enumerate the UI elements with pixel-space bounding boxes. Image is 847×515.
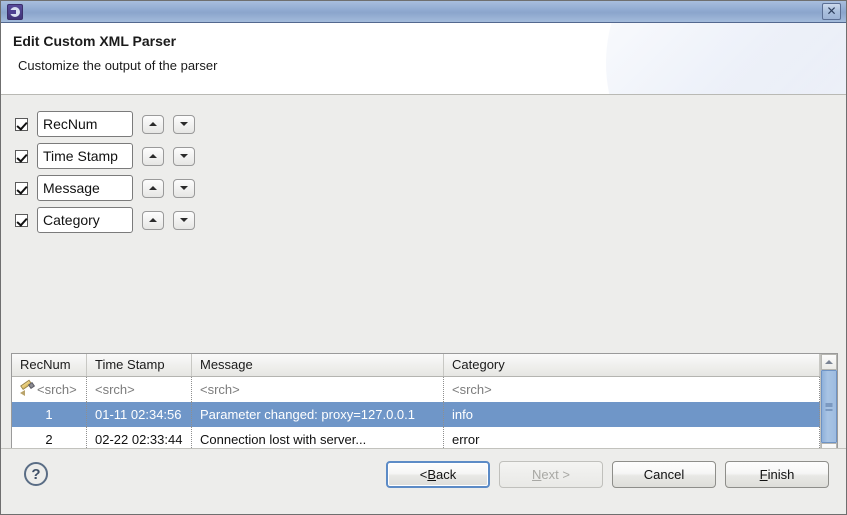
triangle-down-icon (180, 218, 188, 222)
finish-button[interactable]: Finish (725, 461, 829, 488)
close-button[interactable]: ✕ (822, 3, 841, 20)
back-button-label: ack (436, 467, 457, 482)
move-down-button[interactable] (173, 146, 195, 166)
column-name-input[interactable] (37, 111, 133, 137)
vertical-scroll-thumb[interactable] (821, 370, 837, 443)
pen-nib (20, 390, 25, 396)
move-up-button[interactable] (142, 146, 164, 166)
edit-custom-xml-parser-dialog: ✕ Edit Custom XML Parser Customize the o… (0, 0, 847, 515)
cancel-button[interactable]: Cancel (612, 461, 716, 488)
next-button-mnemonic: N (532, 467, 542, 482)
search-placeholder-recnum: <srch> (37, 382, 77, 397)
triangle-down-icon (180, 186, 188, 190)
move-up-button[interactable] (142, 210, 164, 230)
finish-button-label: inish (767, 467, 795, 482)
triangle-up-icon (149, 154, 157, 158)
triangle-down-icon (180, 154, 188, 158)
column-header-category[interactable]: Category (444, 354, 820, 376)
eclipse-logo-icon (7, 3, 23, 20)
scroll-grip-icon (825, 403, 833, 410)
table-row[interactable]: 1 01-11 02:34:56 Parameter changed: prox… (12, 402, 820, 427)
column-field-row (15, 108, 846, 140)
finish-button-mnemonic: F (759, 467, 768, 482)
column-field-list (1, 95, 846, 236)
back-button-mnemonic: B (427, 467, 437, 482)
column-field-row (15, 204, 846, 236)
triangle-down-icon (180, 122, 188, 126)
search-cell-message[interactable]: <srch> (192, 377, 444, 402)
cell-recnum: 1 (12, 402, 87, 427)
page-title: Edit Custom XML Parser (13, 33, 177, 49)
next-button-label: ext > (541, 467, 570, 482)
column-name-input[interactable] (37, 175, 133, 201)
column-enabled-checkbox[interactable] (15, 149, 28, 163)
column-enabled-checkbox[interactable] (15, 213, 28, 227)
cell-message: Parameter changed: proxy=127.0.0.1 (192, 402, 444, 427)
column-enabled-checkbox[interactable] (15, 117, 28, 131)
help-button[interactable]: ? (24, 462, 48, 486)
scroll-up-button[interactable] (821, 354, 837, 370)
arrow-up-icon (825, 360, 833, 364)
move-down-button[interactable] (173, 210, 195, 230)
triangle-up-icon (149, 186, 157, 190)
search-cell-recnum[interactable]: <srch> (12, 377, 87, 402)
search-cell-category[interactable]: <srch> (444, 377, 820, 402)
vertical-scrollbar[interactable] (820, 354, 837, 459)
column-header-recnum[interactable]: RecNum (12, 354, 87, 376)
move-down-button[interactable] (173, 178, 195, 198)
search-cell-timestamp[interactable]: <srch> (87, 377, 192, 402)
pen-cap (28, 382, 35, 389)
move-up-button[interactable] (142, 114, 164, 134)
move-up-button[interactable] (142, 178, 164, 198)
triangle-up-icon (149, 122, 157, 126)
close-icon: ✕ (826, 4, 837, 18)
column-name-input[interactable] (37, 207, 133, 233)
title-bar: ✕ (1, 1, 846, 23)
column-header-message[interactable]: Message (192, 354, 444, 376)
vertical-scroll-track[interactable] (821, 370, 837, 443)
cell-timestamp: 01-11 02:34:56 (87, 402, 192, 427)
preview-table-main: RecNum Time Stamp Message Category <srch… (12, 354, 837, 459)
column-field-row (15, 172, 846, 204)
dialog-footer: ? < Back Next > Cancel Finish (1, 448, 846, 514)
next-button[interactable]: Next > (499, 461, 603, 488)
table-search-row[interactable]: <srch> <srch> <srch> <srch> (12, 377, 820, 402)
column-header-timestamp[interactable]: Time Stamp (87, 354, 192, 376)
triangle-up-icon (149, 218, 157, 222)
column-enabled-checkbox[interactable] (15, 181, 28, 195)
back-button-prefix: < (419, 467, 428, 482)
dialog-body: RecNum Time Stamp Message Category <srch… (1, 95, 846, 477)
column-field-row (15, 140, 846, 172)
cancel-button-label: Cancel (643, 467, 685, 482)
pen-filter-icon (20, 379, 35, 396)
page-subtitle: Customize the output of the parser (18, 58, 218, 73)
table-header-row: RecNum Time Stamp Message Category (12, 354, 820, 377)
preview-table-columns: RecNum Time Stamp Message Category <srch… (12, 354, 820, 459)
dialog-button-bar: < Back Next > Cancel Finish (386, 461, 829, 488)
dialog-header: Edit Custom XML Parser Customize the out… (1, 23, 846, 95)
back-button[interactable]: < Back (386, 461, 490, 488)
cell-category: info (444, 402, 820, 427)
column-name-input[interactable] (37, 143, 133, 169)
move-down-button[interactable] (173, 114, 195, 134)
